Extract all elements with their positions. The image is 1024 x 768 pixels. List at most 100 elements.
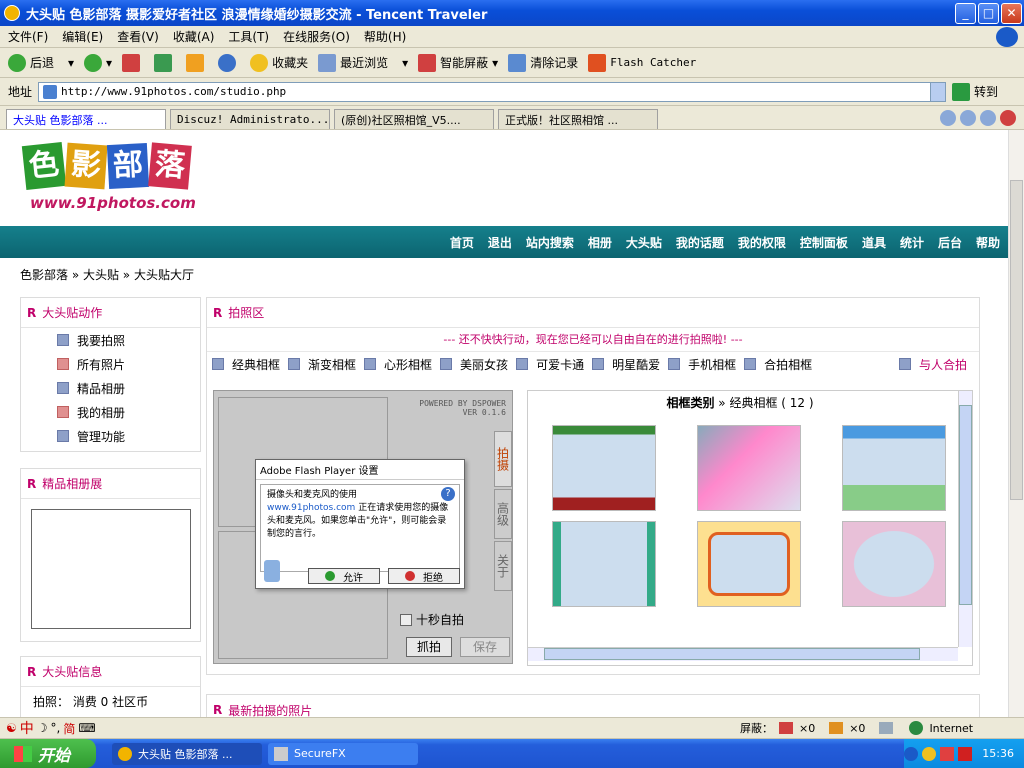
nav-dtt[interactable]: 大头贴 <box>626 234 662 251</box>
frame-thumb-1[interactable] <box>552 425 656 511</box>
tab-advanced[interactable]: 高级 <box>494 489 512 539</box>
save-button[interactable]: 保存 <box>460 637 510 657</box>
site-logo[interactable]: 色 影 部 落 <box>21 142 196 196</box>
category-bar: 经典相框 渐变相框 心形相框 美丽女孩 可爱卡通 明星酷爱 手机相框 合拍相框 … <box>207 352 979 376</box>
timer-checkbox[interactable]: 十秒自拍 <box>400 611 464 628</box>
nav-home[interactable]: 首页 <box>450 234 474 251</box>
tab-dtt[interactable]: 大头贴 色影部落 ... <box>6 109 166 129</box>
maximize-button[interactable]: □ <box>978 3 999 24</box>
ime-icon[interactable]: ☯ <box>6 721 17 735</box>
menu-online[interactable]: 在线服务(O) <box>283 28 350 45</box>
task-browser[interactable]: 大头贴 色影部落 ... <box>112 742 262 765</box>
cat-phone[interactable]: 手机相框 <box>668 356 736 373</box>
tab-scroll-icon[interactable] <box>940 110 956 126</box>
nav-topics[interactable]: 我的话题 <box>676 234 724 251</box>
menu-help[interactable]: 帮助(H) <box>364 28 406 45</box>
ime-toolbar: ☯ 中 ☽ °, 简 ⌨ <box>6 721 96 737</box>
sidebar-item-all-photos[interactable]: 所有照片 <box>21 352 200 376</box>
menu-view[interactable]: 查看(V) <box>117 28 159 45</box>
start-button[interactable]: 开始 <box>0 739 96 768</box>
tray-app-icon[interactable] <box>940 746 955 761</box>
nav-rights[interactable]: 我的权限 <box>738 234 786 251</box>
menu-file[interactable]: 文件(F) <box>8 28 48 45</box>
tab-close-icon[interactable] <box>1000 110 1016 126</box>
tab-new-icon[interactable] <box>980 110 996 126</box>
tab-about[interactable]: 关于 <box>494 541 512 591</box>
shoot-button[interactable]: 抓拍 <box>406 637 452 657</box>
task-securefx[interactable]: SecureFX <box>268 742 418 765</box>
tab-discuz[interactable]: Discuz! Administrato... <box>170 109 330 129</box>
frame-gallery: 相框类别 » 经典相框 ( 12 ) <box>527 390 973 666</box>
rss-icon <box>57 430 69 442</box>
frame-thumb-3[interactable] <box>842 425 946 511</box>
forward-button[interactable]: ▾ <box>84 53 112 72</box>
address-dropdown[interactable] <box>930 81 947 102</box>
moon-icon[interactable]: ☽ <box>37 721 48 735</box>
clear-history-button[interactable]: 清除记录 <box>508 53 578 72</box>
flash-catcher-button[interactable]: Flash Catcher <box>588 53 696 72</box>
history-button[interactable] <box>218 53 240 72</box>
frame-scroll-h[interactable] <box>528 647 958 661</box>
cat-girl[interactable]: 美丽女孩 <box>440 356 508 373</box>
cat-group[interactable]: 合拍相框 <box>744 356 812 373</box>
go-icon[interactable] <box>952 82 971 101</box>
tab-original[interactable]: (原创)社区照相馆_V5.... <box>334 109 494 129</box>
sidebar-item-manage[interactable]: 管理功能 <box>21 424 200 448</box>
cat-heart[interactable]: 心形相框 <box>364 356 432 373</box>
nav-stats[interactable]: 统计 <box>900 234 924 251</box>
tray-arrow-icon[interactable] <box>904 746 919 761</box>
frame-thumb-4[interactable] <box>552 521 656 607</box>
cat-classic[interactable]: 经典相框 <box>212 356 280 373</box>
nav-help[interactable]: 帮助 <box>976 234 1000 251</box>
favorites-button[interactable]: 收藏夹 <box>250 53 308 72</box>
menu-edit[interactable]: 编辑(E) <box>62 28 103 45</box>
help-icon[interactable]: ? <box>441 487 455 501</box>
recent-button[interactable]: 最近浏览 ▾ <box>318 53 408 72</box>
sidebar-item-my-album[interactable]: 我的相册 <box>21 400 200 424</box>
kingsoft-icon[interactable] <box>958 746 973 761</box>
cat-with-person[interactable]: 与人合拍 <box>898 356 967 373</box>
sidebar-actions-panel: R 大头贴动作 我要拍照 所有照片 精品相册 我的相册 管理功能 <box>20 297 201 452</box>
sidebar-item-featured[interactable]: 精品相册 <box>21 376 200 400</box>
menu-tools[interactable]: 工具(T) <box>228 28 269 45</box>
frame-thumb-5[interactable] <box>697 521 801 607</box>
back-button[interactable]: 后退 ▾ <box>8 53 74 72</box>
nav-album[interactable]: 相册 <box>588 234 612 251</box>
refresh-button[interactable] <box>154 53 176 72</box>
page-scrollbar[interactable] <box>1008 130 1024 717</box>
qq-icon[interactable] <box>922 746 937 761</box>
rss-icon <box>57 406 69 418</box>
sidebar-item-take-photo[interactable]: 我要拍照 <box>21 328 200 352</box>
cat-gradient[interactable]: 渐变相框 <box>288 356 356 373</box>
tab-shoot[interactable]: 拍摄 <box>494 431 512 487</box>
keyboard-icon[interactable]: ⌨ <box>78 721 95 735</box>
nav-search[interactable]: 站内搜索 <box>526 234 574 251</box>
nav-control[interactable]: 控制面板 <box>800 234 848 251</box>
logo-url: www.91photos.com <box>30 194 196 212</box>
close-button[interactable]: ✕ <box>1001 3 1022 24</box>
deny-icon <box>405 571 415 581</box>
frame-thumb-2[interactable] <box>697 425 801 511</box>
dialog-link[interactable]: www.91photos.com <box>267 503 355 513</box>
address-input[interactable]: http://www.91photos.com/studio.php <box>38 81 947 102</box>
deny-button[interactable]: 拒绝 <box>388 568 460 584</box>
stop-button[interactable] <box>122 53 144 72</box>
powered-text: POWERED BY DSPOWER <box>419 399 506 408</box>
minimize-button[interactable]: _ <box>955 3 976 24</box>
tab-controls <box>940 110 1020 128</box>
allow-button[interactable]: 允许 <box>308 568 380 584</box>
home-button[interactable] <box>186 53 208 72</box>
frame-scroll-v[interactable] <box>958 391 972 647</box>
menu-favorites[interactable]: 收藏(A) <box>173 28 215 45</box>
smart-block-button[interactable]: 智能屏蔽 ▾ <box>418 53 498 72</box>
tab-list-icon[interactable] <box>960 110 976 126</box>
cat-star[interactable]: 明星酷爱 <box>592 356 660 373</box>
dialog-title: Adobe Flash Player 设置 <box>256 460 464 480</box>
nav-admin[interactable]: 后台 <box>938 234 962 251</box>
tab-release[interactable]: 正式版！社区照相馆 ... <box>498 109 658 129</box>
frame-thumb-6[interactable] <box>842 521 946 607</box>
nav-logout[interactable]: 退出 <box>488 234 512 251</box>
cat-cartoon[interactable]: 可爱卡通 <box>516 356 584 373</box>
go-button[interactable]: 转到 <box>974 83 998 100</box>
nav-props[interactable]: 道具 <box>862 234 886 251</box>
